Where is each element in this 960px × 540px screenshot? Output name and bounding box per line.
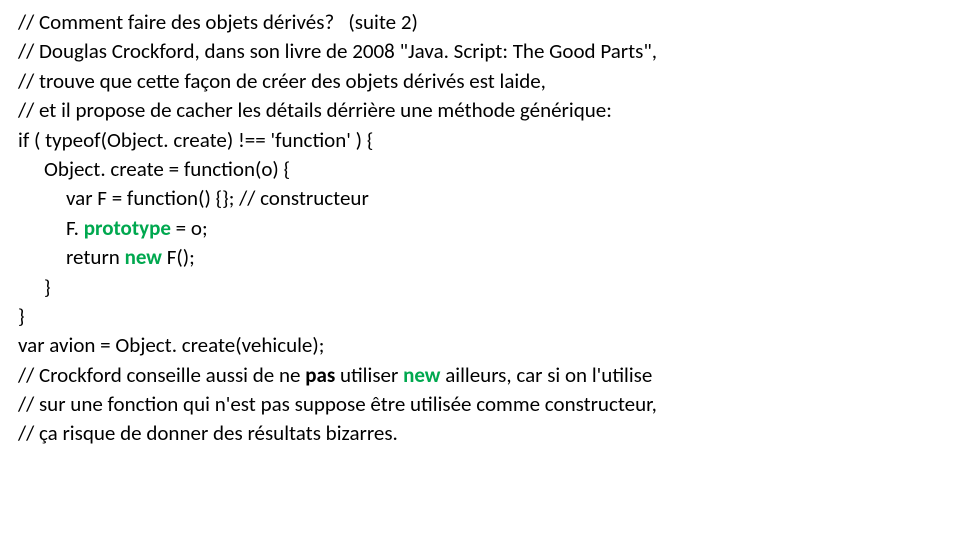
text-frag: // Crockford conseille aussi de ne bbox=[18, 362, 305, 388]
text-frag: F(); bbox=[162, 244, 195, 270]
code-line-assign: Object. create = function(o) { bbox=[18, 155, 948, 184]
bold-pas: pas bbox=[305, 362, 335, 388]
comment-line-1: // Comment faire des objets dérivés? (su… bbox=[18, 8, 948, 37]
code-line-avion: var avion = Object. create(vehicule); bbox=[18, 331, 948, 360]
comment-line-4: // et il propose de cacher les détails d… bbox=[18, 96, 948, 125]
code-line-prototype: F. prototype = o; bbox=[18, 214, 948, 243]
code-slide: // Comment faire des objets dérivés? (su… bbox=[0, 0, 960, 461]
comment-line-3: // trouve que cette façon de créer des o… bbox=[18, 67, 948, 96]
comment-line-14: // sur une fonction qui n'est pas suppos… bbox=[18, 390, 948, 419]
code-line-close-inner: } bbox=[18, 273, 948, 302]
comment-line-15: // ça risque de donner des résultats biz… bbox=[18, 419, 948, 448]
text-frag: ailleurs, car si on l'utilise bbox=[440, 362, 652, 388]
keyword-new: new bbox=[125, 244, 162, 270]
code-line-var-F: var F = function() {}; // constructeur bbox=[18, 184, 948, 213]
code-line-return: return new F(); bbox=[18, 243, 948, 272]
keyword-new: new bbox=[403, 362, 440, 388]
text-frag: F. bbox=[66, 215, 84, 241]
text-frag: return bbox=[66, 244, 125, 270]
keyword-prototype: prototype bbox=[84, 215, 171, 241]
code-line-close-outer: } bbox=[18, 302, 948, 331]
code-line-if: if ( typeof(Object. create) !== 'functio… bbox=[18, 126, 948, 155]
comment-line-13: // Crockford conseille aussi de ne pas u… bbox=[18, 361, 948, 390]
comment-line-2: // Douglas Crockford, dans son livre de … bbox=[18, 37, 948, 66]
text-frag: = o; bbox=[171, 215, 208, 241]
text-frag: utiliser bbox=[335, 362, 403, 388]
